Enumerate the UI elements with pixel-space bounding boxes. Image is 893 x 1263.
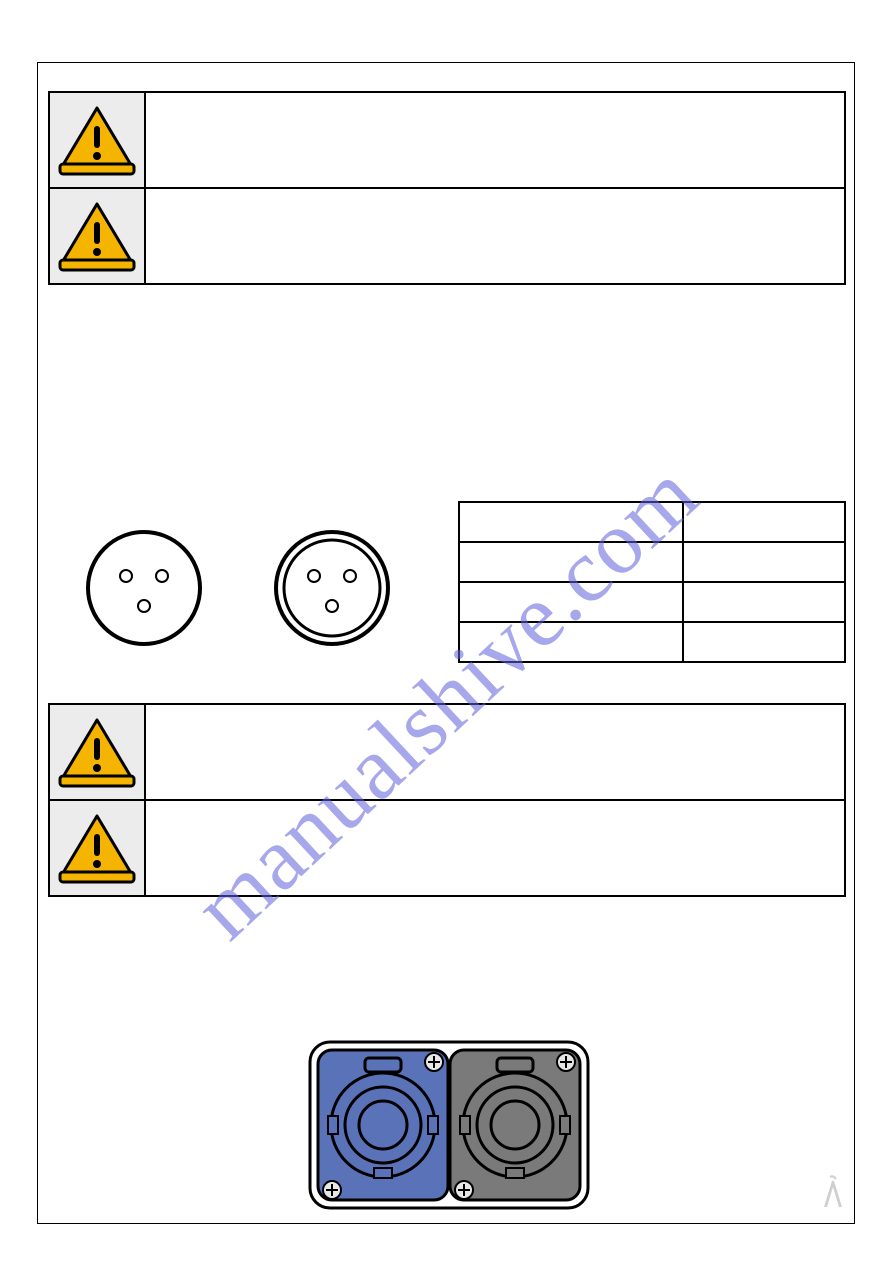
warning-icon-cell [49,188,145,284]
xlr-male-icon [82,526,206,655]
xlr-female-icon [270,526,394,655]
warning-text [145,800,845,896]
table-row [49,800,845,896]
warning-icon-cell [49,800,145,896]
table-row [459,542,845,582]
warning-block-2 [48,703,846,897]
xlr-connectors [82,526,394,655]
pin-cell [459,622,683,662]
warning-triangle-icon [50,104,144,176]
warning-triangle-icon [50,716,144,788]
table-row [49,188,845,284]
warning-text [145,188,845,284]
warning-text [145,704,845,800]
pin-cell [459,582,683,622]
lambda-logo-icon [820,1173,846,1217]
warning-icon-cell [49,704,145,800]
pin-cell [459,502,683,542]
pin-table [458,501,846,663]
table-row [459,622,845,662]
warning-text [145,92,845,188]
warning-icon-cell [49,92,145,188]
pin-cell [683,542,845,582]
warning-triangle-icon [50,812,144,884]
pin-cell [683,622,845,662]
pin-cell [459,542,683,582]
warning-block-1 [48,91,846,285]
powercon-connectors-icon [308,1040,590,1215]
table-row [459,582,845,622]
table-row [49,92,845,188]
pin-cell [683,582,845,622]
warning-triangle-icon [50,200,144,272]
table-row [459,502,845,542]
table-row [49,704,845,800]
document-page: manualshive.com [37,62,855,1224]
pin-cell [683,502,845,542]
